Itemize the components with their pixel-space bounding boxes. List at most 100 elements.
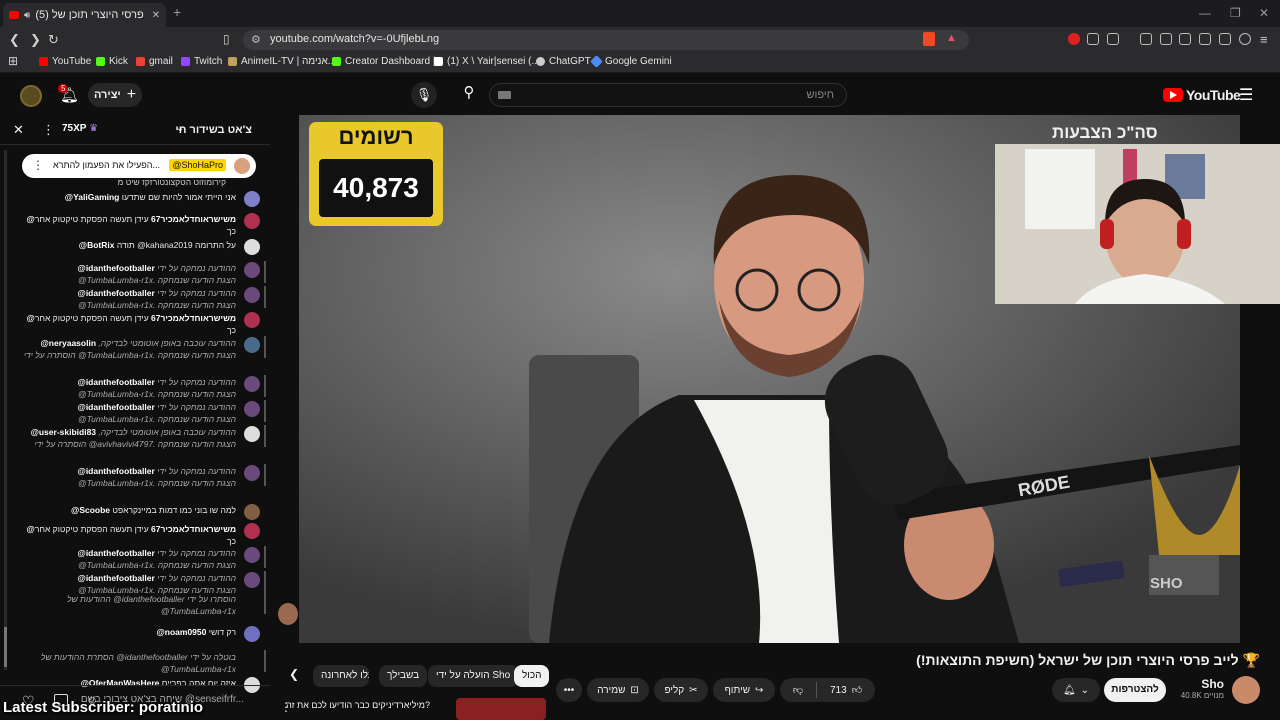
chat-message[interactable]: @idanthefootballer ההודעה נמחקה על ידי @… (20, 546, 266, 571)
subscribe-button[interactable]: להצטרפות (1104, 678, 1166, 702)
chat-message[interactable]: @משישראוחדלאמכיר67 עידן תעשה הפסקת טיקטו… (20, 213, 260, 237)
side-avatar[interactable] (278, 603, 298, 625)
chat-message[interactable]: @idanthefootballer ההודעה נמחקה על ידי @… (20, 261, 266, 286)
recommended-video[interactable]: ⋮ מיליארדיניקים כבר הודיעו לכם את זה? (276, 698, 546, 720)
chat-author[interactable]: @idanthefootballer (78, 466, 155, 476)
leo-ai-icon[interactable] (1219, 33, 1231, 45)
chat-message[interactable]: @idanthefootballer ההודעה נמחקה על ידי @… (20, 464, 266, 489)
chat-author[interactable]: @user-skibidi83 (31, 427, 96, 437)
chat-author[interactable]: @neryaasolin (40, 338, 96, 348)
avatar[interactable] (244, 287, 260, 303)
avatar[interactable] (244, 337, 260, 353)
share-button[interactable]: שיתוף ↪ (713, 678, 775, 702)
notifications-toggle-button[interactable]: 🔔︎ ⌄ (1052, 678, 1100, 702)
chat-author[interactable]: @idanthefootballer (78, 377, 155, 387)
channel-name[interactable]: Sho (1181, 677, 1224, 691)
close-chat-icon[interactable]: ✕ (13, 122, 24, 138)
avatar[interactable] (244, 401, 260, 417)
channel-info[interactable]: Sho 40.8K מנויים (1181, 677, 1224, 700)
avatar[interactable] (244, 312, 260, 328)
bookmark-gmail[interactable]: gmail (136, 56, 173, 67)
rec-video-thumbnail[interactable] (456, 698, 546, 720)
chip-uploaded-by[interactable]: הועלה על ידי Sho (428, 665, 519, 687)
create-button[interactable]: יצירה + (88, 83, 142, 107)
forward-icon[interactable]: ❯ (30, 32, 41, 48)
avatar[interactable] (244, 262, 260, 278)
music-icon[interactable] (1160, 33, 1172, 45)
restore-icon[interactable]: ❐ (1230, 6, 1241, 20)
bookmark-chatgpt[interactable]: ChatGPT (536, 56, 591, 67)
vpn-icon[interactable] (1239, 33, 1251, 45)
tab-close-icon[interactable]: ✕ (152, 10, 160, 21)
url-field[interactable]: ⚙ youtube.com/watch?v=-0UfjlebLng ▲ (243, 30, 969, 50)
chat-author[interactable]: @idanthefootballer (78, 288, 155, 298)
more-actions-button[interactable]: ••• (556, 678, 582, 702)
back-icon[interactable]: ❮ (9, 32, 20, 48)
extension-icon[interactable] (1068, 33, 1080, 45)
search-icon[interactable]: ⚲ (454, 83, 484, 107)
chip-for-you[interactable]: בשבילך (379, 665, 428, 687)
avatar[interactable] (244, 376, 260, 392)
avatar[interactable] (244, 547, 260, 563)
sidebar-icon[interactable] (1179, 33, 1191, 45)
browser-tab[interactable]: 🔊︎ (5) לייב פרסי היוצרי תוכן של ✕ (3, 3, 166, 27)
chat-message[interactable]: @neryaasolin ההודעה עוכבה באופן אוטומטי … (20, 336, 266, 361)
avatar[interactable] (244, 239, 260, 255)
extension-icon[interactable] (1107, 33, 1119, 45)
site-info-icon[interactable]: ⚙ (251, 33, 261, 46)
reload-icon[interactable]: ↻ (48, 32, 59, 48)
menu-icon[interactable]: ≡ (1260, 32, 1268, 47)
chat-message[interactable]: @YaliGaming אני הייתי אמור להיות שם שתדע… (20, 191, 260, 207)
guide-menu-icon[interactable]: ☰ (1239, 85, 1253, 105)
search-input[interactable]: חיפוש (489, 83, 847, 107)
avatar[interactable] (244, 523, 260, 539)
avatar[interactable] (244, 426, 260, 442)
chat-message[interactable]: @משישראוחדלאמכיר67 עידן תעשה הפסקת טיקטו… (20, 523, 260, 547)
chip-all[interactable]: הכול (514, 665, 550, 687)
chat-scrollbar[interactable] (4, 150, 7, 670)
chat-scrollbar-thumb[interactable] (4, 627, 7, 667)
chat-author[interactable]: @YaliGaming (65, 192, 120, 202)
chat-message[interactable]: @Scoobe למה שו בוני כמו דמות במיינקראפט (20, 504, 260, 520)
bookmark-youtube[interactable]: YouTube (39, 56, 91, 67)
dislike-icon[interactable]: 👎︎ (793, 684, 803, 696)
pinned-more-icon[interactable]: ⋮ (32, 158, 44, 172)
chat-author[interactable]: @idanthefootballer (78, 402, 155, 412)
chat-author[interactable]: @idanthefootballer (78, 573, 155, 583)
chat-author[interactable]: @idanthefootballer (78, 548, 155, 558)
avatar[interactable] (244, 504, 260, 520)
extension-icon[interactable] (1087, 33, 1099, 45)
chips-scroll-left-icon[interactable]: ❮ (289, 667, 299, 681)
chat-message[interactable]: @BotRix תודה @kahana2019 על התרומה (20, 239, 260, 255)
chat-message[interactable]: @משישראוחדלאמכיר67 עידן תעשה הפסקת טיקטו… (20, 312, 260, 336)
keyboard-icon[interactable] (498, 91, 511, 99)
chip-recent[interactable]: הועלו לאחרונה (313, 665, 369, 687)
pinned-message[interactable]: ⋮ הפעילו את הפעמון להתרא... @ShoHaPro (22, 154, 256, 178)
close-window-icon[interactable]: ✕ (1259, 6, 1269, 20)
chat-message[interactable]: @idanthefootballer ההודעה נמחקה על ידי @… (20, 400, 266, 425)
avatar[interactable] (244, 191, 260, 207)
avatar[interactable] (244, 572, 260, 588)
chat-author[interactable]: @Scoobe (71, 505, 110, 515)
wallet-icon[interactable] (1199, 33, 1211, 45)
download-icon[interactable] (1140, 33, 1152, 45)
chat-message[interactable]: ההודעות של @idanthefootballer הוסתרו על … (20, 592, 266, 617)
bookmark-creator-dashboard[interactable]: Creator Dashboard |... (332, 56, 444, 67)
new-tab-button[interactable]: + (173, 4, 181, 20)
avatar[interactable] (20, 85, 42, 107)
voice-search-mic-icon[interactable]: 🎙︎ (411, 82, 437, 108)
youtube-logo[interactable]: YouTube (1163, 87, 1241, 103)
speaker-icon[interactable]: 🔊︎ (24, 10, 30, 21)
chat-title[interactable]: צ'אט בשידור חי (175, 124, 252, 136)
bookmark-kick[interactable]: Kick (96, 56, 128, 67)
apps-grid-icon[interactable]: ⊞ (8, 54, 18, 68)
chat-author[interactable]: @BotRix (79, 240, 115, 250)
xp-badge[interactable]: 75XP ♛ (62, 123, 98, 134)
brave-shield-icon[interactable] (923, 32, 935, 46)
chat-message[interactable]: @idanthefootballer ההודעה נמחקה על ידי @… (20, 286, 266, 311)
avatar[interactable] (244, 626, 260, 642)
brave-rewards-icon[interactable]: ▲ (946, 32, 957, 44)
chat-more-icon[interactable]: ⋮ (42, 122, 55, 138)
chat-message[interactable]: הסתרת ההודעות של @idanthefootballer בוטל… (20, 650, 266, 675)
chat-author[interactable]: @noam0950 (157, 627, 207, 637)
